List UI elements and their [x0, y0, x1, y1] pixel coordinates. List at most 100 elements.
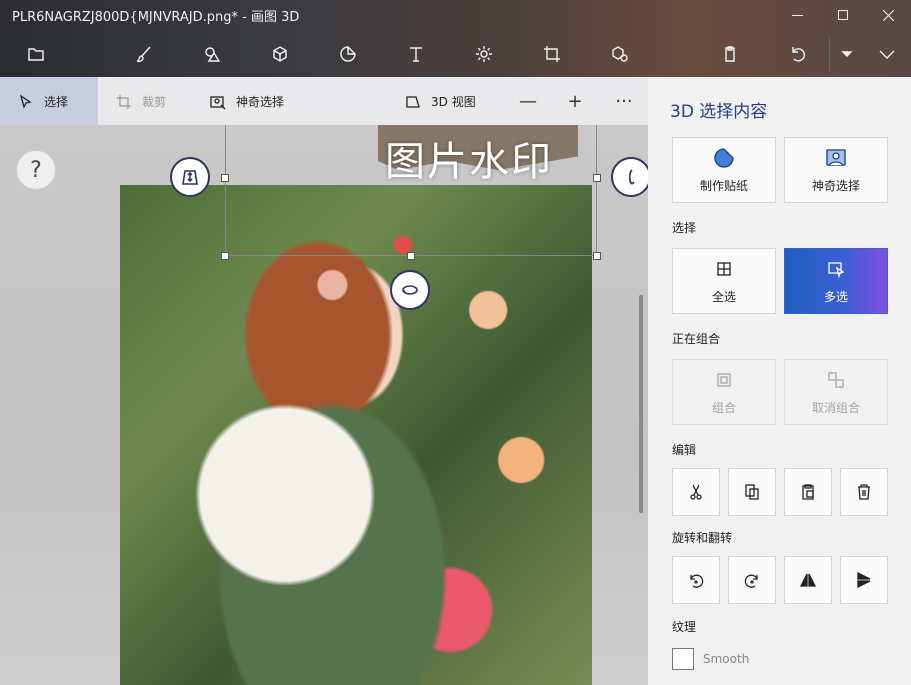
rotate-left-button[interactable] [672, 556, 720, 604]
3d-view-toggle[interactable]: 3D 视图 [405, 93, 476, 110]
flip-vertical-icon [857, 571, 871, 589]
canvas-area[interactable]: ? 图片水印 [0, 125, 648, 685]
effects-button[interactable] [466, 36, 502, 72]
history-dropdown[interactable] [829, 36, 863, 72]
resize-handle-b[interactable] [407, 252, 415, 260]
selection-box[interactable] [225, 125, 597, 256]
3d-view-icon [406, 95, 420, 108]
plus-icon: + [567, 90, 583, 112]
depth-icon [182, 170, 198, 185]
select-all-label: 全选 [711, 289, 736, 304]
magic-select-label: 神奇选择 [236, 95, 285, 109]
rotate-z-handle[interactable] [390, 270, 430, 310]
select-all-icon [717, 261, 731, 276]
magic-select-icon [826, 148, 846, 166]
close-button[interactable] [865, 0, 911, 30]
resize-handle-tr[interactable] [593, 174, 601, 182]
title-bar: PLR6NAGRZJ800D{MJNVRAJD.png* - 画图 3D [0, 0, 911, 30]
vertical-scrollbar[interactable] [639, 295, 643, 513]
menu-button[interactable] [18, 36, 54, 72]
zoom-out-button[interactable]: — [516, 89, 540, 113]
selection-toolbar: 选择 裁剪 神奇选择 3D 视图 — + ··· [0, 77, 648, 125]
select-section-heading: 选择 [672, 221, 697, 235]
3d-view-label: 3D 视图 [431, 95, 476, 109]
resize-handle-tl[interactable] [221, 174, 229, 182]
brush-icon [136, 46, 151, 63]
crop-tool[interactable]: 裁剪 [116, 93, 166, 110]
minimize-button[interactable] [774, 0, 820, 30]
rotate-z-icon [402, 285, 418, 295]
depth-handle[interactable] [170, 157, 210, 197]
crop-icon [117, 94, 131, 109]
grouping-section-heading: 正在组合 [672, 332, 721, 346]
more-options-button[interactable]: ··· [612, 89, 636, 113]
maximize-button[interactable] [820, 0, 866, 30]
resize-handle-br[interactable] [593, 252, 601, 260]
multi-select-icon [828, 261, 845, 278]
collapse-button[interactable] [869, 36, 905, 72]
help-button[interactable]: ? [16, 150, 56, 190]
magic-select-tool[interactable]: 神奇选择 [210, 93, 284, 110]
multi-select-button[interactable]: 多选 [784, 248, 888, 314]
cut-button[interactable] [672, 468, 720, 516]
main-toolbar [0, 30, 911, 77]
rotate-y-icon [628, 169, 635, 185]
mixed-reality-icon [612, 46, 628, 62]
top-band: PLR6NAGRZJ800D{MJNVRAJD.png* - 画图 3D [0, 0, 911, 77]
multi-select-label: 多选 [823, 289, 848, 304]
effects-icon [476, 46, 492, 62]
canvas-button[interactable] [534, 36, 570, 72]
delete-button[interactable] [840, 468, 888, 516]
make-sticker-label: 制作贴纸 [699, 178, 748, 193]
flip-horizontal-icon [799, 573, 817, 587]
paste-button[interactable] [712, 36, 748, 72]
flip-vertical-button[interactable] [840, 556, 888, 604]
smooth-checkbox[interactable] [672, 648, 694, 670]
flip-horizontal-button[interactable] [784, 556, 832, 604]
copy-button[interactable] [728, 468, 776, 516]
sticker-icon [714, 147, 734, 168]
help-icon: ? [30, 157, 42, 183]
make-sticker-button[interactable]: 制作贴纸 [672, 137, 776, 203]
3d-shapes-button[interactable] [262, 36, 298, 72]
brushes-button[interactable] [126, 36, 162, 72]
cube-3d-icon [273, 46, 287, 62]
crop-tool-label: 裁剪 [142, 95, 167, 109]
rotate-y-handle[interactable] [611, 157, 648, 197]
ungroup-label: 取消组合 [811, 400, 860, 415]
window-title: PLR6NAGRZJ800D{MJNVRAJD.png* - 画图 3D [12, 10, 300, 25]
resize-handle-bl[interactable] [221, 252, 229, 260]
select-tool[interactable]: 选择 [18, 93, 68, 110]
minus-icon: — [519, 90, 537, 112]
select-all-button[interactable]: 全选 [672, 248, 776, 314]
ungroup-icon [828, 371, 844, 388]
maximize-icon [838, 10, 848, 20]
group-button[interactable]: 组合 [672, 359, 776, 425]
rotate-right-button[interactable] [728, 556, 776, 604]
magic-select-button[interactable]: 神奇选择 [784, 137, 888, 203]
undo-button[interactable] [780, 36, 816, 72]
zoom-in-button[interactable]: + [563, 89, 587, 113]
undo-icon [792, 47, 805, 62]
rotate-left-icon [690, 574, 704, 588]
magic-select-label: 神奇选择 [811, 178, 860, 193]
group-icon [717, 372, 731, 387]
copy-icon [745, 484, 759, 500]
paste-button[interactable] [784, 468, 832, 516]
rotate-right-icon [744, 574, 758, 588]
sticker-icon [340, 46, 356, 62]
cursor-icon [19, 93, 32, 109]
edit-section-heading: 编辑 [672, 443, 697, 457]
magic-select-icon [210, 95, 226, 109]
2d-shapes-button[interactable] [194, 36, 230, 72]
select-tool-label: 选择 [44, 95, 69, 109]
mixed-reality-button[interactable] [602, 36, 638, 72]
minimize-icon [791, 14, 803, 16]
stickers-button[interactable] [330, 36, 366, 72]
side-panel: 3D 选择内容 制作贴纸 神奇选择 选择 全选 多选 正在组合 组合 取消组合 … [648, 77, 911, 685]
ungroup-button[interactable]: 取消组合 [784, 359, 888, 425]
rotate-section-heading: 旋转和翻转 [672, 531, 733, 545]
scissors-icon [690, 484, 702, 500]
text-button[interactable] [398, 36, 434, 72]
trash-icon [858, 484, 870, 500]
